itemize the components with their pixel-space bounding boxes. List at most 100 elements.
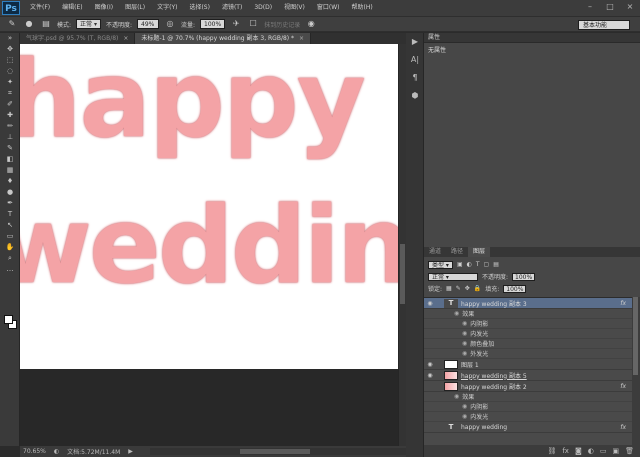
menu-file[interactable]: 文件(F) [24, 0, 56, 16]
gradient-tool-icon[interactable]: ▦ [0, 165, 20, 176]
path-select-icon[interactable]: ↖ [0, 220, 20, 231]
filter-pixel-icon[interactable]: ▣ [457, 261, 463, 268]
filter-adjust-icon[interactable]: ◐ [467, 261, 472, 268]
eye-icon[interactable]: ◉ [462, 340, 467, 347]
effect-row[interactable]: ◉ 内发光 [424, 329, 632, 339]
menu-window[interactable]: 窗口(W) [311, 0, 346, 16]
layer-row[interactable]: ◉ 图层 1 [424, 359, 632, 370]
menu-filter[interactable]: 滤镜(T) [216, 0, 248, 16]
eye-icon[interactable]: ◉ [462, 403, 467, 410]
tab-close-icon[interactable]: × [123, 35, 128, 42]
opacity-field[interactable]: 49% [137, 19, 159, 29]
properties-panel-title[interactable]: 属性 [424, 33, 640, 43]
close-icon[interactable]: × [624, 2, 636, 12]
layer-row[interactable]: ◉ T happy wedding 副本 3 fx [424, 298, 632, 309]
tab-layers[interactable]: 图层 [468, 247, 491, 257]
menu-help[interactable]: 帮助(H) [346, 0, 379, 16]
type-tool-icon[interactable]: T [0, 209, 20, 220]
minimize-icon[interactable]: – [584, 2, 596, 12]
fx-icon[interactable]: fx [620, 300, 626, 307]
tab-channels[interactable]: 通道 [424, 247, 446, 257]
document-canvas[interactable]: happy wedding [20, 44, 398, 369]
lock-paint-icon[interactable]: ✎ [456, 285, 461, 292]
status-info-icon[interactable]: ◐ [54, 448, 59, 455]
menu-view[interactable]: 视图(V) [278, 0, 311, 16]
add-mask-icon[interactable]: ◙ [575, 447, 582, 455]
play-icon[interactable]: ▶ [406, 33, 424, 51]
pressure-opacity-icon[interactable]: ◎ [164, 19, 176, 29]
workspace-select[interactable]: 基本功能 [578, 20, 630, 30]
lock-pixels-icon[interactable]: ▦ [446, 285, 452, 292]
tab-paths[interactable]: 路径 [446, 247, 468, 257]
eye-icon[interactable]: ◉ [424, 300, 436, 307]
menu-type[interactable]: 文字(Y) [151, 0, 183, 16]
horizontal-scrollbar[interactable] [150, 448, 406, 455]
eye-icon[interactable]: ◉ [454, 310, 459, 317]
delete-layer-icon[interactable]: 🗑 [625, 447, 634, 455]
brush-preset-icon[interactable]: ● [23, 19, 35, 29]
effect-row[interactable]: ◉ 内阴影 [424, 402, 632, 412]
scroll-thumb[interactable] [240, 449, 310, 454]
eyedropper-icon[interactable]: ✐ [0, 99, 20, 110]
more-tools-icon[interactable]: … [0, 264, 20, 275]
eye-icon[interactable]: ◉ [462, 320, 467, 327]
pen-tool-icon[interactable]: ✒ [0, 198, 20, 209]
eye-icon[interactable]: ◉ [454, 393, 459, 400]
foreground-color-swatch[interactable] [4, 315, 13, 324]
menu-edit[interactable]: 编辑(E) [56, 0, 88, 16]
maximize-icon[interactable]: □ [604, 2, 616, 12]
menu-select[interactable]: 选择(S) [183, 0, 216, 16]
new-layer-icon[interactable]: ▣ [612, 447, 619, 455]
effect-row[interactable]: ◉ 外发光 [424, 349, 632, 359]
status-arrow-icon[interactable]: ▶ [128, 448, 133, 455]
brush-panel-icon[interactable]: ▤ [40, 19, 52, 29]
adjustment-layer-icon[interactable]: ◐ [588, 447, 594, 455]
menu-layer[interactable]: 图层(L) [119, 0, 151, 16]
healing-brush-icon[interactable]: ✚ [0, 110, 20, 121]
pressure-size-icon[interactable]: ◉ [305, 19, 317, 29]
flow-field[interactable]: 100% [200, 19, 226, 29]
menu-image[interactable]: 图像(I) [89, 0, 119, 16]
scroll-thumb[interactable] [400, 244, 405, 304]
blur-tool-icon[interactable]: ♦ [0, 176, 20, 187]
character-icon[interactable]: A| [406, 51, 424, 69]
layer-row[interactable]: ◉ happy wedding 副本 5 [424, 370, 632, 381]
tab-close-icon[interactable]: × [299, 35, 304, 42]
move-tool-icon[interactable]: ✥ [0, 44, 20, 55]
layer-row[interactable]: happy wedding 副本 2 fx [424, 381, 632, 392]
brush-tool-icon[interactable]: ✏ [0, 121, 20, 132]
menu-3d[interactable]: 3D(D) [248, 0, 278, 16]
stamp-tool-icon[interactable]: ⊥ [0, 132, 20, 143]
eraser-tool-icon[interactable]: ◧ [0, 154, 20, 165]
crop-tool-icon[interactable]: ⌗ [0, 88, 20, 99]
eye-icon[interactable]: ◉ [462, 330, 467, 337]
history-brush-icon[interactable]: ✎ [6, 19, 18, 29]
filter-type-icon[interactable]: T [476, 261, 480, 268]
eye-icon[interactable]: ◉ [462, 350, 467, 357]
magic-wand-icon[interactable]: ✦ [0, 77, 20, 88]
lasso-tool-icon[interactable]: ◌ [0, 66, 20, 77]
effect-row[interactable]: ◉ 内发光 [424, 412, 632, 422]
zoom-tool-icon[interactable]: ⌕ [0, 253, 20, 264]
eye-icon[interactable]: ◉ [424, 372, 436, 379]
canvas-area[interactable]: happy wedding [20, 44, 398, 446]
marquee-tool-icon[interactable]: ⬚ [0, 55, 20, 66]
link-layers-icon[interactable]: ⛓ [547, 447, 556, 455]
lock-all-icon[interactable]: 🔒 [474, 285, 481, 292]
zoom-level[interactable]: 70.65% [23, 448, 46, 455]
effect-row[interactable]: ◉ 内阴影 [424, 319, 632, 329]
tab-untitled-1[interactable]: 未标题-1 @ 70.7% (happy wedding 副本 3, RGB/8… [135, 33, 312, 44]
shape-tool-icon[interactable]: ▭ [0, 231, 20, 242]
layer-row[interactable]: T happy wedding fx [424, 422, 632, 433]
fx-icon[interactable]: fx [620, 424, 626, 431]
effects-row[interactable]: ◉ 效果 [424, 392, 632, 402]
history-brush-tool-icon[interactable]: ✎ [0, 143, 20, 154]
add-style-icon[interactable]: fx [562, 447, 569, 455]
fill-field[interactable]: 100% [503, 284, 527, 293]
tab-balloon-psd[interactable]: 气球字.psd @ 95.7% (T, RGB/8) × [20, 33, 136, 44]
dodge-tool-icon[interactable]: ● [0, 187, 20, 198]
lock-position-icon[interactable]: ✥ [465, 285, 470, 292]
new-group-icon[interactable]: ▭ [600, 447, 607, 455]
effect-row[interactable]: ◉ 颜色叠加 [424, 339, 632, 349]
filter-smart-icon[interactable]: ▤ [493, 261, 499, 268]
